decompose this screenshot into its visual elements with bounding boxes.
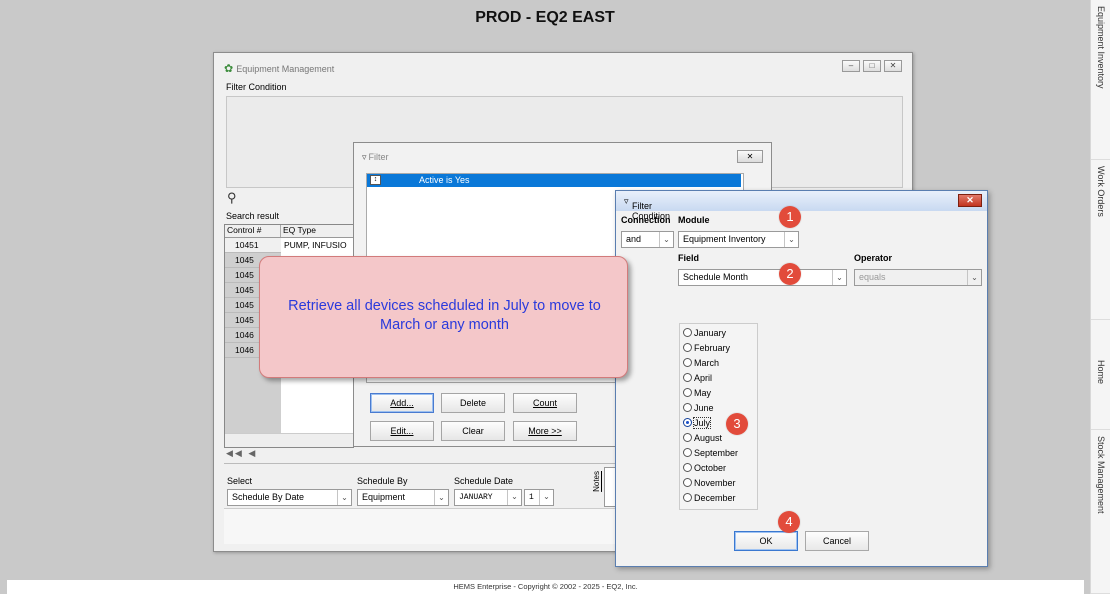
select-label: Select <box>227 476 253 486</box>
step-badge-3: 3 <box>726 413 748 435</box>
horizontal-scrollbar[interactable] <box>225 433 353 447</box>
chevron-down-icon: ⌄ <box>337 490 351 505</box>
rail-tab-label: Stock Management <box>1096 436 1106 514</box>
column-header-control[interactable]: Control # <box>225 225 281 237</box>
select-dropdown[interactable]: Schedule By Date ⌄ <box>227 489 352 506</box>
rail-tab-equipment-inventory[interactable]: Equipment Inventory <box>1091 0 1110 160</box>
chevron-down-icon: ⌄ <box>539 490 553 505</box>
radio-july-selected[interactable]: July <box>683 416 712 431</box>
chevron-down-icon: ⌄ <box>434 490 448 505</box>
chevron-down-icon: ⌄ <box>784 232 798 247</box>
radio-november[interactable]: November <box>683 476 736 491</box>
radio-october[interactable]: October <box>683 461 726 476</box>
filter-window-title: ▿ Filter <box>362 152 389 162</box>
window-controls: – □ ✕ <box>842 60 902 72</box>
connection-label: Connection <box>621 215 671 225</box>
radio-december[interactable]: December <box>683 491 736 506</box>
window-title: ✿ Equipment Management <box>224 63 335 75</box>
app-leaf-icon: ✿ <box>224 63 234 75</box>
operator-label: Operator <box>854 253 893 263</box>
more-button[interactable]: More >> <box>513 421 577 441</box>
radio-august[interactable]: August <box>683 431 722 446</box>
right-rail: Equipment Inventory Work Orders Home Sto… <box>1090 0 1110 594</box>
copyright-footer: HEMS Enterprise - Copyright © 2002 - 202… <box>7 580 1084 594</box>
instruction-callout: Retrieve all devices scheduled in July t… <box>259 256 628 378</box>
filter-condition-titlebar: ▿ Filter Condition ✕ <box>616 191 987 221</box>
radio-june[interactable]: June <box>683 401 714 416</box>
chevron-down-icon: ⌄ <box>507 490 521 505</box>
rail-tab-home[interactable]: Home <box>1091 320 1110 430</box>
filter-condition-window: ▿ Filter Condition ✕ Connection Module a… <box>615 190 988 567</box>
app-title: PROD - EQ2 EAST <box>475 9 615 26</box>
module-label: Module <box>678 215 710 225</box>
rail-tab-label: Equipment Inventory <box>1096 6 1106 89</box>
edit-button[interactable]: Edit... <box>370 421 434 441</box>
connection-dropdown[interactable]: and ⌄ <box>621 231 674 248</box>
column-header-eq-type[interactable]: EQ Type <box>281 225 353 237</box>
search-icon[interactable]: ⚲ <box>227 190 237 206</box>
rail-tab-work-orders[interactable]: Work Orders <box>1091 160 1110 320</box>
chevron-down-icon: ⌄ <box>659 232 673 247</box>
funnel-icon: ▿ <box>362 152 367 162</box>
maximize-icon[interactable]: □ <box>863 60 881 72</box>
count-button[interactable]: Count <box>513 393 577 413</box>
schedule-day-dropdown[interactable]: 1 ⌄ <box>524 489 554 506</box>
expand-toggle-icon[interactable]: ↕ <box>370 175 381 185</box>
notes-label: Notes <box>592 471 601 492</box>
radio-may[interactable]: May <box>683 386 711 401</box>
add-button[interactable]: Add... <box>370 393 434 413</box>
search-result-label: Search result <box>226 211 280 221</box>
step-badge-1: 1 <box>779 206 801 228</box>
rail-tab-stock-management[interactable]: Stock Management <box>1091 430 1110 594</box>
ok-button[interactable]: OK <box>734 531 798 551</box>
filter-list-item-selected[interactable]: ↕ Active is Yes <box>367 174 741 187</box>
eq-type-cell[interactable]: PUMP, INFUSIO <box>281 238 347 253</box>
radio-september[interactable]: September <box>683 446 738 461</box>
field-label: Field <box>678 253 700 263</box>
grid-header: Control # EQ Type <box>225 225 353 238</box>
schedule-by-dropdown[interactable]: Equipment ⌄ <box>357 489 449 506</box>
rail-tab-label: Home <box>1096 360 1106 385</box>
step-badge-2: 2 <box>779 263 801 285</box>
table-row[interactable]: 10451 <box>225 238 281 253</box>
close-icon[interactable]: ✕ <box>737 150 763 163</box>
schedule-by-label: Schedule By <box>357 476 408 486</box>
schedule-date-label: Schedule Date <box>454 476 514 486</box>
chevron-down-icon: ⌄ <box>967 270 981 285</box>
radio-march[interactable]: March <box>683 356 719 371</box>
cancel-button[interactable]: Cancel <box>805 531 869 551</box>
clear-button[interactable]: Clear <box>441 421 505 441</box>
filter-condition-title: ▿ Filter Condition <box>624 196 671 221</box>
close-icon[interactable]: ✕ <box>958 194 982 207</box>
filter-condition-label: Filter Condition <box>226 82 287 92</box>
close-icon[interactable]: ✕ <box>884 60 902 72</box>
operator-dropdown[interactable]: equals ⌄ <box>854 269 982 286</box>
delete-button[interactable]: Delete <box>441 393 505 413</box>
pager-controls[interactable]: ◀◀ ◀ <box>226 448 257 459</box>
step-badge-4: 4 <box>778 511 800 533</box>
module-dropdown[interactable]: Equipment Inventory ⌄ <box>678 231 799 248</box>
minimize-icon[interactable]: – <box>842 60 860 72</box>
schedule-month-dropdown[interactable]: JANUARY ⌄ <box>454 489 522 506</box>
radio-february[interactable]: February <box>683 341 730 356</box>
rail-tab-label: Work Orders <box>1096 166 1106 217</box>
callout-text: Retrieve all devices scheduled in July t… <box>288 298 601 333</box>
chevron-down-icon: ⌄ <box>832 270 846 285</box>
radio-april[interactable]: April <box>683 371 712 386</box>
radio-january[interactable]: January <box>683 326 726 341</box>
month-radio-group: January February March April May June Ju… <box>679 323 758 510</box>
field-dropdown[interactable]: Schedule Month ⌄ <box>678 269 847 286</box>
